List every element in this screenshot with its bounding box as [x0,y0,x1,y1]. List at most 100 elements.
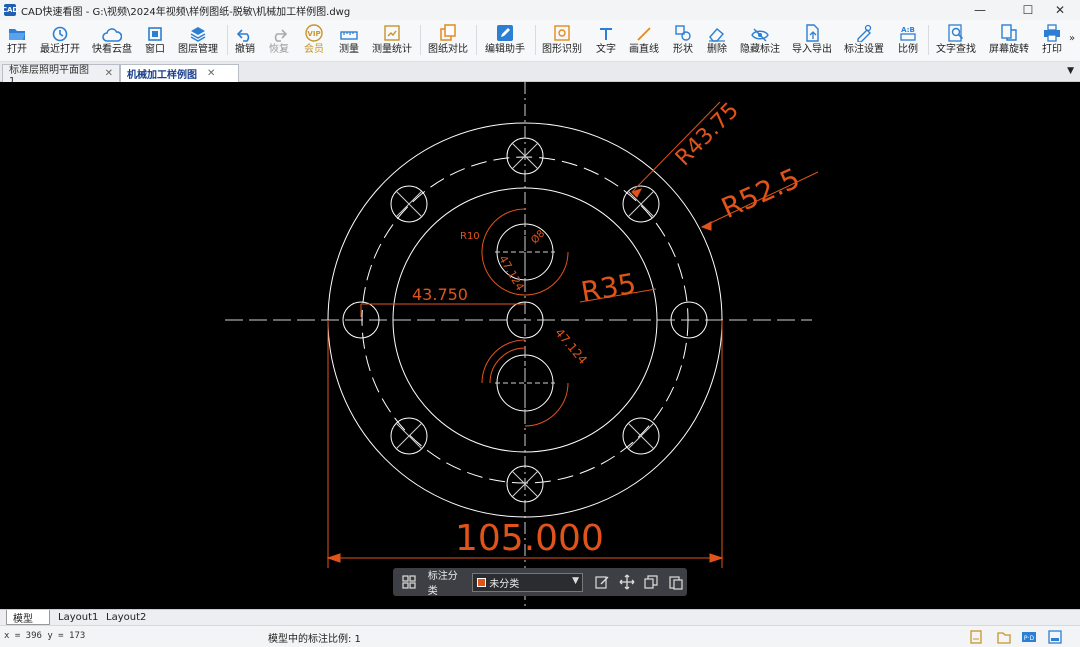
svg-text:P·D: P·D [1024,635,1035,642]
category-label: 标注分类 [427,571,458,597]
copy-icon[interactable] [641,571,663,593]
undo-label: 撤销 [235,44,255,55]
eye-hide-icon [751,28,769,42]
r43-label: R43.75 [671,98,744,171]
cad-drawing[interactable]: R43.75 R52.5 R35 43.750 105.000 R10 Ø8 4… [0,82,1080,609]
compare-label: 图纸对比 [428,44,468,55]
fullscreen-icon[interactable] [1047,629,1063,645]
shape-recognition-label: 图形识别 [542,44,582,55]
cursor-coordinates: x = 396 y = 173 [4,631,86,641]
tab-machining-sample[interactable]: 机械加工样例图 ✕ [120,64,239,82]
line-button[interactable]: 画直线 [628,20,660,62]
arc-dim-upper-right [524,251,569,296]
vip-button[interactable]: VIP 会员 [301,20,327,62]
tab-list-dropdown-icon[interactable]: ▼ [1067,66,1074,76]
ratio-label: 比例 [898,44,918,55]
ruler-icon [340,31,358,40]
svg-text:VIP: VIP [307,30,320,38]
document-tab-bar: 标准层照明平面图1 ✕ 机械加工样例图 ✕ [0,62,1080,87]
vip-icon: VIP [305,24,323,42]
dimension-settings-button[interactable]: 标注设置 [844,20,884,62]
folder-status-icon[interactable] [996,629,1012,645]
print-button[interactable]: 打印 [1039,20,1065,62]
arc-dim-lower-left [489,347,526,384]
text-search-button[interactable]: 文字查找 [936,20,976,62]
shape-recognition-button[interactable]: 图形识别 [542,20,582,62]
line-label: 画直线 [629,44,659,55]
w105-label: 105.000 [455,518,604,559]
rotate-screen-button[interactable]: 屏幕旋转 [989,20,1029,62]
compare-button[interactable]: 图纸对比 [428,20,468,62]
main-toolbar: 打开 最近打开 快看云盘 窗口 图层管理 撤销 恢复 VIP 会员 测量 测量统… [0,20,1080,62]
window-label: 窗口 [145,44,165,55]
close-tab-icon[interactable]: ✕ [105,68,113,79]
paste-icon[interactable] [665,571,687,593]
folder-open-icon [9,29,25,40]
hide-dimension-button[interactable]: 隐藏标注 [740,20,780,62]
tab-layout1[interactable]: Layout1 [52,610,104,625]
undo-button[interactable]: 撤销 [232,20,258,62]
vip-label: 会员 [304,44,324,55]
drawing-canvas[interactable]: R43.75 R52.5 R35 43.750 105.000 R10 Ø8 4… [0,82,1080,609]
cloud-button[interactable]: 快看云盘 [92,20,132,62]
open-button[interactable]: 打开 [2,20,32,62]
toolbar-separator [928,25,929,55]
import-export-button[interactable]: 导入导出 [792,20,832,62]
recent-label: 最近打开 [40,44,80,55]
tab-model[interactable]: 模型 [6,610,50,625]
hide-dimension-label: 隐藏标注 [740,44,780,55]
move-icon[interactable] [616,571,638,593]
ratio-icon: A:B [900,26,916,41]
layers-label: 图层管理 [178,44,218,55]
shape-button[interactable]: 形状 [671,20,695,62]
tab-layout2[interactable]: Layout2 [100,610,152,625]
svg-text:A:B: A:B [901,26,915,34]
layout-tab-bar: 模型 Layout1 Layout2 [0,609,1080,625]
category-value: 未分类 [489,578,520,590]
redo-label: 恢复 [269,44,289,55]
print-icon [1044,24,1060,42]
layers-button[interactable]: 图层管理 [178,20,218,62]
print-label: 打印 [1042,44,1062,55]
grid-menu-icon[interactable] [398,571,420,593]
dimension-labels: R43.75 R52.5 R35 43.750 105.000 R10 Ø8 4… [412,98,805,559]
category-color-swatch [477,577,487,587]
title-bar: CAD CAD快速看图 - G:\视频\2024年视频\样例图纸-脱敏\机械加工… [0,0,1080,20]
edit-helper-button[interactable]: 编辑助手 [485,20,525,62]
measure-button[interactable]: 测量 [336,20,362,62]
import-export-icon [806,24,819,42]
delete-button[interactable]: 删除 [705,20,729,62]
text-button[interactable]: 文字 [594,20,618,62]
measure-stats-button[interactable]: 测量统计 [372,20,412,62]
text-search-icon [948,24,964,42]
window-button[interactable]: 窗口 [142,20,168,62]
text-search-label: 文字查找 [936,44,976,55]
compare-icon [440,24,456,41]
close-tab-icon[interactable]: ✕ [207,68,215,79]
minimize-button[interactable]: — [960,0,1000,20]
recent-button[interactable]: 最近打开 [40,20,80,62]
ratio-button[interactable]: A:B 比例 [896,20,920,62]
dimension-scale-text: 模型中的标注比例: 1 [268,634,361,645]
shape-icon [675,25,691,41]
shape-label: 形状 [673,44,693,55]
arc-lower-label: 47.124 [552,326,590,367]
edit-note-icon[interactable] [591,571,613,593]
text-label: 文字 [596,44,616,55]
dimensions [326,101,819,568]
aspect-icon[interactable]: P·D [1021,629,1037,645]
redo-icon [274,29,287,42]
layout-mode-icon[interactable] [968,629,984,645]
tab-lighting-plan[interactable]: 标准层照明平面图1 ✕ [2,64,120,87]
window-title: CAD快速看图 - G:\视频\2024年视频\样例图纸-脱敏\机械加工样例图.… [21,6,351,18]
category-select[interactable]: 未分类 ▼ [472,572,584,592]
rotate-screen-label: 屏幕旋转 [989,44,1029,55]
toolbar-separator [476,25,477,55]
toolbar-separator [535,25,536,55]
redo-button[interactable]: 恢复 [266,20,292,62]
toolbar-more-button[interactable]: » [1069,33,1075,44]
close-window-button[interactable]: ✕ [1040,0,1080,20]
toolbar-separator [420,25,421,55]
cloud-icon [102,28,122,42]
r35-label: R35 [579,267,639,309]
